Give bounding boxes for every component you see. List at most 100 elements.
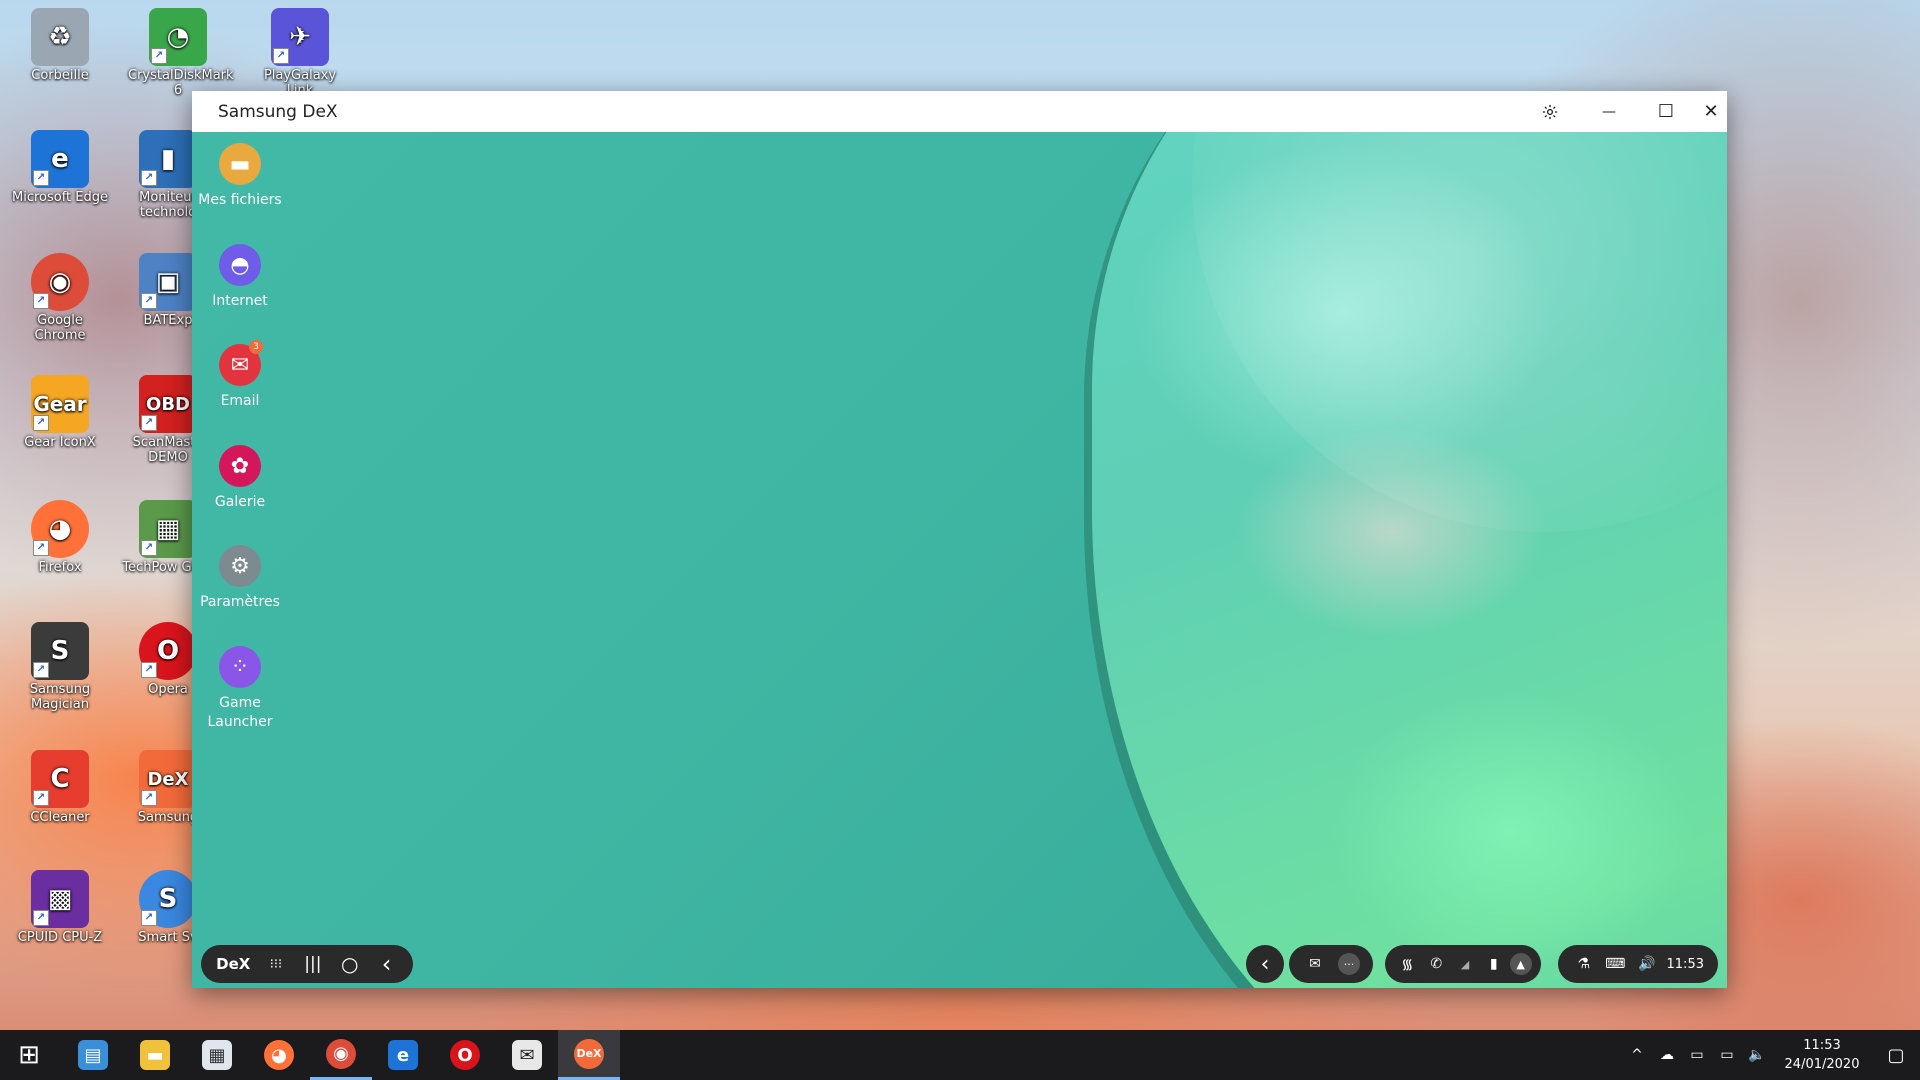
volume-icon[interactable]: 🔈 xyxy=(1742,1047,1772,1063)
dex-navigation-bar: DeX ⁝⁝⁝ ||| ○ ‹ xyxy=(201,945,413,983)
internet-browser-icon: ◓ xyxy=(219,244,261,286)
taskbar-chrome[interactable]: ◉ xyxy=(310,1030,372,1080)
dex-app-game-launcher[interactable]: ⁘ Game Launcher xyxy=(192,646,288,732)
gear-iconx-icon: Gear ↗ xyxy=(31,375,89,433)
dex-button[interactable]: DeX xyxy=(209,955,258,973)
back-icon[interactable]: ‹ xyxy=(368,945,405,983)
store-icon: ▦ xyxy=(202,1040,232,1070)
unread-badge: 3 xyxy=(249,340,263,354)
dex-app-galerie[interactable]: ✿ Galerie xyxy=(192,445,288,512)
playgalaxy-link-icon: ✈ ↗ xyxy=(271,8,329,66)
desktop-icon-label: Samsung Magician xyxy=(29,682,91,712)
desktop-icon-google-chrome[interactable]: ◉ ↗ Google Chrome xyxy=(10,253,110,343)
dex-app-internet[interactable]: ◓ Internet xyxy=(192,244,288,311)
windows-taskbar: ⊞ ▤ ▬ ▦ ◕ ◉ e O ✉ DeX ^ ☁ ▭ ▭ 🔈 11:53 24… xyxy=(0,1030,1920,1080)
onedrive-cloud-icon[interactable]: ☁ xyxy=(1652,1047,1682,1063)
settings-button[interactable] xyxy=(1522,91,1578,132)
apps-grid-icon[interactable]: ⁝⁝⁝ xyxy=(258,945,295,983)
email-app-icon[interactable]: ✉ xyxy=(1302,956,1328,972)
system-tray: ^ ☁ ▭ ▭ 🔈 11:53 24/01/2020 ▢ xyxy=(1622,1030,1920,1080)
quick-settings[interactable]: ⚗ ⌨ 🔊 11:53 xyxy=(1558,945,1718,983)
taskbar-opera[interactable]: O xyxy=(434,1030,496,1080)
dex-window: Samsung DeX — ☐ ✕ ▬ Mes fichiers ◓ Inter… xyxy=(192,91,1727,988)
status-area[interactable]: ᯾ ✆ ◢ ▮ ▲ xyxy=(1385,945,1541,983)
desktop-icon-label: CCleaner xyxy=(30,810,90,825)
edge-icon: e xyxy=(388,1040,418,1070)
settings-icon: ⚙ xyxy=(219,545,261,587)
dex-app-mes-fichiers[interactable]: ▬ Mes fichiers xyxy=(192,143,288,210)
taskbar-firefox[interactable]: ◕ xyxy=(248,1030,310,1080)
clock-date: 24/01/2020 xyxy=(1784,1057,1860,1072)
edge-icon: e ↗ xyxy=(31,130,89,188)
more-apps-icon[interactable]: ··· xyxy=(1338,953,1360,975)
recents-icon[interactable]: ||| xyxy=(294,945,331,983)
desktop-icon-label: Corbeille xyxy=(31,68,89,83)
keyboard-icon[interactable]: ⌨ xyxy=(1602,956,1628,972)
chevron-left-icon: ‹ xyxy=(1260,951,1270,977)
app-label: Game Launcher xyxy=(207,695,273,730)
desktop-icon-microsoft-edge[interactable]: e ↗ Microsoft Edge xyxy=(10,130,110,205)
app-label: Mes fichiers xyxy=(198,192,282,208)
game-launcher-icon: ⁘ xyxy=(219,646,261,688)
taskbar-file-explorer[interactable]: ▬ xyxy=(124,1030,186,1080)
battery-icon: ▮ xyxy=(1489,956,1498,972)
wifi-icon: ᯾ xyxy=(1401,956,1414,973)
opera-icon: O ↗ xyxy=(139,622,197,680)
system-clock[interactable]: 11:53 24/01/2020 xyxy=(1772,1036,1872,1074)
cpu-z-icon: ▩ ↗ xyxy=(31,870,89,928)
lab-icon[interactable]: ⚗ xyxy=(1571,956,1597,972)
minimize-icon: — xyxy=(1602,103,1616,120)
volume-icon[interactable]: 🔊 xyxy=(1634,956,1660,972)
close-icon: ✕ xyxy=(1703,101,1719,122)
firefox-icon: ◕ xyxy=(264,1040,294,1070)
network-icon[interactable]: ▭ xyxy=(1712,1047,1742,1063)
smart-switch-icon: S ↗ xyxy=(139,870,197,928)
call-icon: ✆ xyxy=(1430,956,1443,972)
chrome-icon: ◉ ↗ xyxy=(31,253,89,311)
taskbar-pinned-explorer[interactable]: ▤ xyxy=(62,1030,124,1080)
desktop-icon-corbeille[interactable]: ♻ Corbeille xyxy=(10,8,110,83)
folder-icon: ▬ xyxy=(219,143,261,185)
desktop-icon-firefox[interactable]: ◕ ↗ Firefox xyxy=(10,500,110,575)
taskbar-edge[interactable]: e xyxy=(372,1030,434,1080)
desktop-icon-label: Gear IconX xyxy=(24,435,96,450)
taskbar-microsoft-store[interactable]: ▦ xyxy=(186,1030,248,1080)
samsung-magician-icon: S ↗ xyxy=(31,622,89,680)
desktop-icon-label: Google Chrome xyxy=(34,313,86,343)
desktop-icon-gear-iconx[interactable]: Gear ↗ Gear IconX xyxy=(10,375,110,450)
opera-icon: O xyxy=(450,1040,480,1070)
folder-icon: ▬ xyxy=(140,1040,170,1070)
gear-icon xyxy=(1542,104,1558,119)
window-titlebar[interactable]: Samsung DeX — ☐ ✕ xyxy=(192,91,1727,132)
desktop-icon-crystaldiskmark[interactable]: ◔ ↗ CrystalDiskMark 6 xyxy=(128,8,234,98)
battery-icon[interactable]: ▭ xyxy=(1682,1047,1712,1063)
dex-app-parametres[interactable]: ⚙ Paramètres xyxy=(192,545,288,612)
show-hidden-icons-chevron-icon[interactable]: ^ xyxy=(1622,1047,1652,1063)
desktop-icon-label: Firefox xyxy=(38,560,82,575)
taskbar-samsung-dex[interactable]: DeX xyxy=(558,1030,620,1080)
file-manager-icon: ▤ xyxy=(78,1040,108,1070)
maximize-button[interactable]: ☐ xyxy=(1638,91,1694,132)
window-title: Samsung DeX xyxy=(218,102,338,122)
desktop-icon-samsung-magician[interactable]: S ↗ Samsung Magician xyxy=(10,622,110,712)
home-icon[interactable]: ○ xyxy=(331,945,368,983)
gpu-z-icon: ▦ ↗ xyxy=(139,500,197,558)
dex-app-email[interactable]: ✉ 3 Email xyxy=(192,340,288,411)
desktop-icon-playgalaxy-link[interactable]: ✈↗ PlayGalaxy Link xyxy=(250,8,350,98)
batexp-icon: ▣ ↗ xyxy=(139,253,197,311)
clock-time: 11:53 xyxy=(1803,1038,1841,1053)
dex-desktop[interactable]: ▬ Mes fichiers ◓ Internet ✉ 3 Email ✿ Gal… xyxy=(192,132,1727,988)
notification-center-icon[interactable]: ▢ xyxy=(1872,1045,1920,1066)
expand-icon[interactable]: ▲ xyxy=(1509,953,1532,975)
maximize-icon: ☐ xyxy=(1657,101,1675,122)
signal-icon: ◢ xyxy=(1460,957,1470,971)
taskbar-scroll-back[interactable]: ‹ xyxy=(1246,945,1284,983)
close-button[interactable]: ✕ xyxy=(1695,91,1727,132)
start-button[interactable]: ⊞ xyxy=(0,1030,58,1080)
desktop-icon-cpu-z[interactable]: ▩ ↗ CPUID CPU-Z xyxy=(10,870,110,945)
app-label: Paramètres xyxy=(200,594,280,610)
desktop-icon-ccleaner[interactable]: C ↗ CCleaner xyxy=(10,750,110,825)
dex-clock[interactable]: 11:53 xyxy=(1665,957,1705,972)
taskbar-mail[interactable]: ✉ xyxy=(496,1030,558,1080)
minimize-button[interactable]: — xyxy=(1581,91,1637,132)
